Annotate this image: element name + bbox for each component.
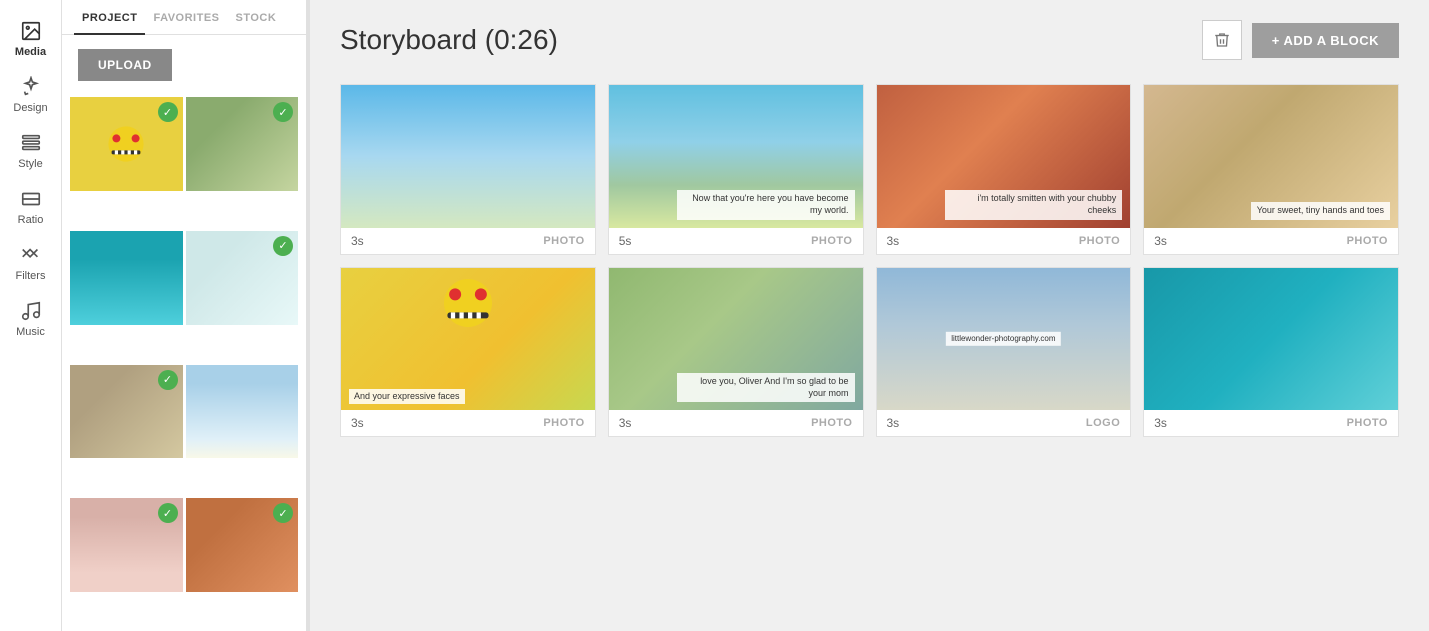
card-type: PHOTO [811,417,852,429]
design-icon [20,76,42,98]
card-duration: 3s [1154,416,1167,430]
card-type: PHOTO [811,235,852,247]
sidebar-item-style-label: Style [18,158,42,170]
card-image: Now that you're here you have become my … [609,85,863,228]
storyboard-card[interactable]: 3s PHOTO [1143,267,1399,438]
check-badge: ✓ [158,102,178,122]
card-duration: 3s [1154,234,1167,248]
storyboard-card[interactable]: i'm totally smitten with your chubby che… [876,84,1132,255]
list-item[interactable] [70,231,183,325]
filters-icon [20,244,42,266]
check-badge: ✓ [158,370,178,390]
upload-button[interactable]: UPLOAD [78,49,172,81]
card-type: PHOTO [543,417,584,429]
card-overlay-text: littlewonder-photography.com [946,332,1060,346]
storyboard-row-1: 3s PHOTO Now that you're here you have b… [340,84,1399,255]
card-footer: 3s PHOTO [341,228,595,254]
add-block-button[interactable]: + ADD A BLOCK [1252,23,1399,58]
storyboard-card[interactable]: littlewonder-photography.com 3s LOGO [876,267,1132,438]
tab-stock[interactable]: STOCK [228,0,285,34]
card-type: PHOTO [1347,417,1388,429]
card-overlay-text: love you, Oliver And I'm so glad to be y… [677,373,855,402]
ratio-icon [20,188,42,210]
upload-area: UPLOAD [62,35,306,95]
tab-project[interactable]: PROJECT [74,0,145,34]
music-icon [20,300,42,322]
card-footer: 3s PHOTO [1144,410,1398,436]
left-panel: PROJECT FAVORITES STOCK UPLOAD ✓ ✓ ✓ ✓ [62,0,307,631]
card-footer: 3s PHOTO [1144,228,1398,254]
card-overlay-text: And your expressive faces [349,389,465,405]
card-overlay-text: i'm totally smitten with your chubby che… [945,190,1123,219]
style-icon [20,132,42,154]
card-overlay-text: Now that you're here you have become my … [677,190,855,219]
card-image: littlewonder-photography.com [877,268,1131,411]
card-duration: 3s [351,234,364,248]
sidebar-item-filters[interactable]: Filters [0,234,61,290]
storyboard-row-2: And your expressive faces 3s PHOTO love … [340,267,1399,438]
card-footer: 5s PHOTO [609,228,863,254]
card-type: PHOTO [543,235,584,247]
card-duration: 3s [619,416,632,430]
sidebar-item-filters-label: Filters [16,270,46,282]
list-item[interactable]: ✓ [70,97,183,191]
storyboard-header: Storyboard (0:26) + ADD A BLOCK [340,20,1399,60]
card-image [341,85,595,228]
header-actions: + ADD A BLOCK [1202,20,1399,60]
sidebar-item-design-label: Design [13,102,47,114]
list-item[interactable]: ✓ [186,498,299,592]
storyboard-card[interactable]: Your sweet, tiny hands and toes 3s PHOTO [1143,84,1399,255]
card-image [1144,268,1398,411]
storyboard-card[interactable]: And your expressive faces 3s PHOTO [340,267,596,438]
tab-favorites[interactable]: FAVORITES [145,0,227,34]
card-image: And your expressive faces [341,268,595,411]
sidebar-item-media[interactable]: Media [0,10,61,66]
card-footer: 3s PHOTO [341,410,595,436]
sidebar-item-ratio-label: Ratio [18,214,44,226]
card-type: PHOTO [1347,235,1388,247]
storyboard-card[interactable]: love you, Oliver And I'm so glad to be y… [608,267,864,438]
card-duration: 3s [887,416,900,430]
card-image: Your sweet, tiny hands and toes [1144,85,1398,228]
card-type: LOGO [1086,417,1120,429]
main-content: Storyboard (0:26) + ADD A BLOCK 3s PHOTO [310,0,1429,631]
sidebar-item-design[interactable]: Design [0,66,61,122]
sidebar-item-music-label: Music [16,326,45,338]
icon-sidebar: Media Design Style Ratio Filters [0,0,62,631]
check-badge: ✓ [273,236,293,256]
list-item[interactable]: ✓ [70,498,183,592]
card-footer: 3s PHOTO [609,410,863,436]
media-icon [20,20,42,42]
list-item[interactable] [186,365,299,459]
card-duration: 5s [619,234,632,248]
card-duration: 3s [887,234,900,248]
check-badge: ✓ [273,102,293,122]
card-duration: 3s [351,416,364,430]
sidebar-item-media-label: Media [15,46,46,58]
sidebar-item-music[interactable]: Music [0,290,61,346]
delete-button[interactable] [1202,20,1242,60]
card-type: PHOTO [1079,235,1120,247]
card-footer: 3s PHOTO [877,228,1131,254]
media-grid: ✓ ✓ ✓ ✓ ✓ ✓ [62,95,306,631]
sidebar-item-ratio[interactable]: Ratio [0,178,61,234]
trash-icon [1213,31,1231,49]
list-item[interactable]: ✓ [70,365,183,459]
card-image: i'm totally smitten with your chubby che… [877,85,1131,228]
sidebar-item-style[interactable]: Style [0,122,61,178]
storyboard-card[interactable]: Now that you're here you have become my … [608,84,864,255]
list-item[interactable]: ✓ [186,97,299,191]
check-badge: ✓ [158,503,178,523]
card-image: love you, Oliver And I'm so glad to be y… [609,268,863,411]
storyboard-title: Storyboard (0:26) [340,24,558,56]
card-overlay-text: Your sweet, tiny hands and toes [1251,202,1390,220]
tabs-row: PROJECT FAVORITES STOCK [62,0,306,35]
list-item[interactable]: ✓ [186,231,299,325]
storyboard-card[interactable]: 3s PHOTO [340,84,596,255]
card-footer: 3s LOGO [877,410,1131,436]
